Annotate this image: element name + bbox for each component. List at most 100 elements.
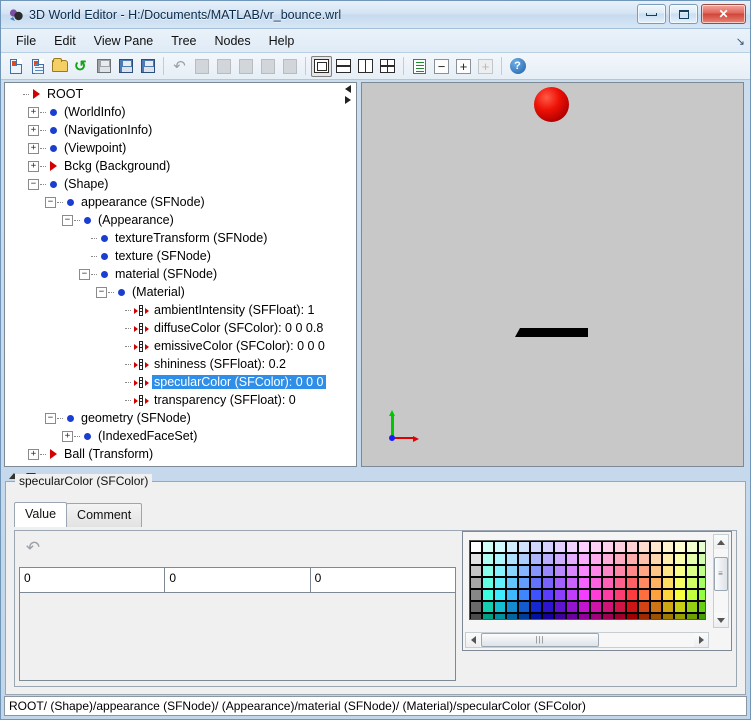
- color-swatch[interactable]: [566, 553, 578, 565]
- color-swatch[interactable]: [638, 565, 650, 577]
- color-swatch[interactable]: [602, 589, 614, 601]
- color-swatch[interactable]: [566, 565, 578, 577]
- color-swatch[interactable]: [566, 541, 578, 553]
- color-swatch[interactable]: [542, 541, 554, 553]
- color-swatch[interactable]: [638, 577, 650, 589]
- color-swatch[interactable]: [542, 565, 554, 577]
- expand-node-icon[interactable]: +: [28, 124, 39, 136]
- color-swatch[interactable]: [650, 565, 662, 577]
- color-swatch[interactable]: [554, 577, 566, 589]
- green-value-input[interactable]: 0: [165, 568, 311, 592]
- color-swatch[interactable]: [674, 553, 686, 565]
- color-swatch[interactable]: [482, 577, 494, 589]
- color-swatch[interactable]: [494, 565, 506, 577]
- new-document-icon[interactable]: [5, 56, 26, 77]
- color-swatch[interactable]: [482, 613, 494, 619]
- palette-vertical-scrollbar[interactable]: ≡: [713, 534, 729, 628]
- splitter-left-icon[interactable]: [345, 85, 351, 93]
- color-swatch[interactable]: [542, 553, 554, 565]
- color-swatch[interactable]: [626, 589, 638, 601]
- color-swatch[interactable]: [638, 541, 650, 553]
- vertical-scroll-thumb[interactable]: ≡: [714, 557, 728, 591]
- color-swatch[interactable]: [506, 577, 518, 589]
- tree-node[interactable]: − material (SFNode): [5, 265, 356, 283]
- color-swatch[interactable]: [554, 613, 566, 619]
- color-swatch[interactable]: [686, 577, 698, 589]
- color-swatch[interactable]: [470, 589, 482, 601]
- splitter-right-icon[interactable]: [345, 96, 351, 104]
- color-swatch[interactable]: [626, 577, 638, 589]
- tree-node[interactable]: + (Viewpoint): [5, 139, 356, 157]
- collapse-node-icon[interactable]: −: [45, 412, 56, 424]
- tree-node[interactable]: ambientIntensity (SFFloat): 1: [5, 301, 356, 319]
- scroll-left-button[interactable]: [466, 633, 480, 647]
- maximize-button[interactable]: [669, 4, 698, 24]
- tree-node[interactable]: + (IndexedFaceSet): [5, 427, 356, 445]
- color-swatch[interactable]: [686, 613, 698, 619]
- layout-horizontal-split-icon[interactable]: [333, 56, 354, 77]
- color-swatch[interactable]: [518, 553, 530, 565]
- color-swatch[interactable]: [578, 565, 590, 577]
- menu-nodes[interactable]: Nodes: [206, 31, 260, 51]
- color-swatch[interactable]: [602, 541, 614, 553]
- collapse-node-icon[interactable]: −: [96, 286, 107, 298]
- color-swatch[interactable]: [482, 565, 494, 577]
- expand-node-icon[interactable]: +: [62, 430, 73, 442]
- color-swatch[interactable]: [482, 601, 494, 613]
- save-as-icon[interactable]: [115, 56, 136, 77]
- color-swatch[interactable]: [482, 541, 494, 553]
- color-swatch[interactable]: [674, 565, 686, 577]
- color-swatch[interactable]: [506, 553, 518, 565]
- tree-node[interactable]: textureTransform (SFNode): [5, 229, 356, 247]
- color-swatch[interactable]: [698, 565, 705, 577]
- minimize-button[interactable]: [637, 4, 666, 24]
- color-swatch[interactable]: [590, 613, 602, 619]
- color-swatch[interactable]: [650, 553, 662, 565]
- color-swatch[interactable]: [518, 601, 530, 613]
- expand-node-icon[interactable]: +: [28, 160, 39, 172]
- reload-icon[interactable]: ↺: [71, 56, 92, 77]
- tree-node[interactable]: + Ball (Transform): [5, 445, 356, 463]
- color-swatch[interactable]: [506, 613, 518, 619]
- color-swatch[interactable]: [626, 601, 638, 613]
- tree-node[interactable]: + (NavigationInfo): [5, 121, 356, 139]
- color-swatch[interactable]: [614, 613, 626, 619]
- color-swatch[interactable]: [470, 553, 482, 565]
- color-swatch[interactable]: [590, 541, 602, 553]
- collapse-node-icon[interactable]: −: [45, 196, 56, 208]
- color-swatch[interactable]: [470, 565, 482, 577]
- color-swatch[interactable]: [542, 613, 554, 619]
- color-swatch[interactable]: [530, 541, 542, 553]
- expand-node-icon[interactable]: +: [28, 142, 39, 154]
- tree-node[interactable]: − (Shape): [5, 175, 356, 193]
- color-swatch[interactable]: [518, 541, 530, 553]
- color-swatch[interactable]: [566, 577, 578, 589]
- color-swatch[interactable]: [662, 565, 674, 577]
- collapse-icon[interactable]: −: [431, 56, 452, 77]
- color-swatch[interactable]: [686, 541, 698, 553]
- color-swatch[interactable]: [590, 589, 602, 601]
- color-swatch[interactable]: [650, 601, 662, 613]
- color-swatch[interactable]: [554, 601, 566, 613]
- tree-node[interactable]: − (Material): [5, 283, 356, 301]
- color-swatch[interactable]: [578, 553, 590, 565]
- tree-node[interactable]: + (WorldInfo): [5, 103, 356, 121]
- export-icon[interactable]: [137, 56, 158, 77]
- color-swatch[interactable]: [674, 589, 686, 601]
- layout-single-pane-icon[interactable]: [311, 55, 332, 77]
- color-swatch[interactable]: [518, 589, 530, 601]
- color-swatch[interactable]: [506, 589, 518, 601]
- new-from-template-icon[interactable]: [27, 56, 48, 77]
- color-swatch[interactable]: [470, 541, 482, 553]
- color-swatch[interactable]: [494, 541, 506, 553]
- tree-node[interactable]: + Bckg (Background): [5, 157, 356, 175]
- color-swatch[interactable]: [518, 565, 530, 577]
- color-swatch[interactable]: [698, 613, 705, 619]
- color-swatch[interactable]: [638, 589, 650, 601]
- tree-node[interactable]: ROOT: [5, 85, 356, 103]
- color-swatch[interactable]: [506, 541, 518, 553]
- color-swatch[interactable]: [530, 589, 542, 601]
- scene-tree-panel[interactable]: ROOT + (WorldInfo) + (NavigationInfo) + (Viewp…: [4, 82, 357, 467]
- tree-splitter-arrows[interactable]: [345, 85, 354, 107]
- color-swatch[interactable]: [482, 589, 494, 601]
